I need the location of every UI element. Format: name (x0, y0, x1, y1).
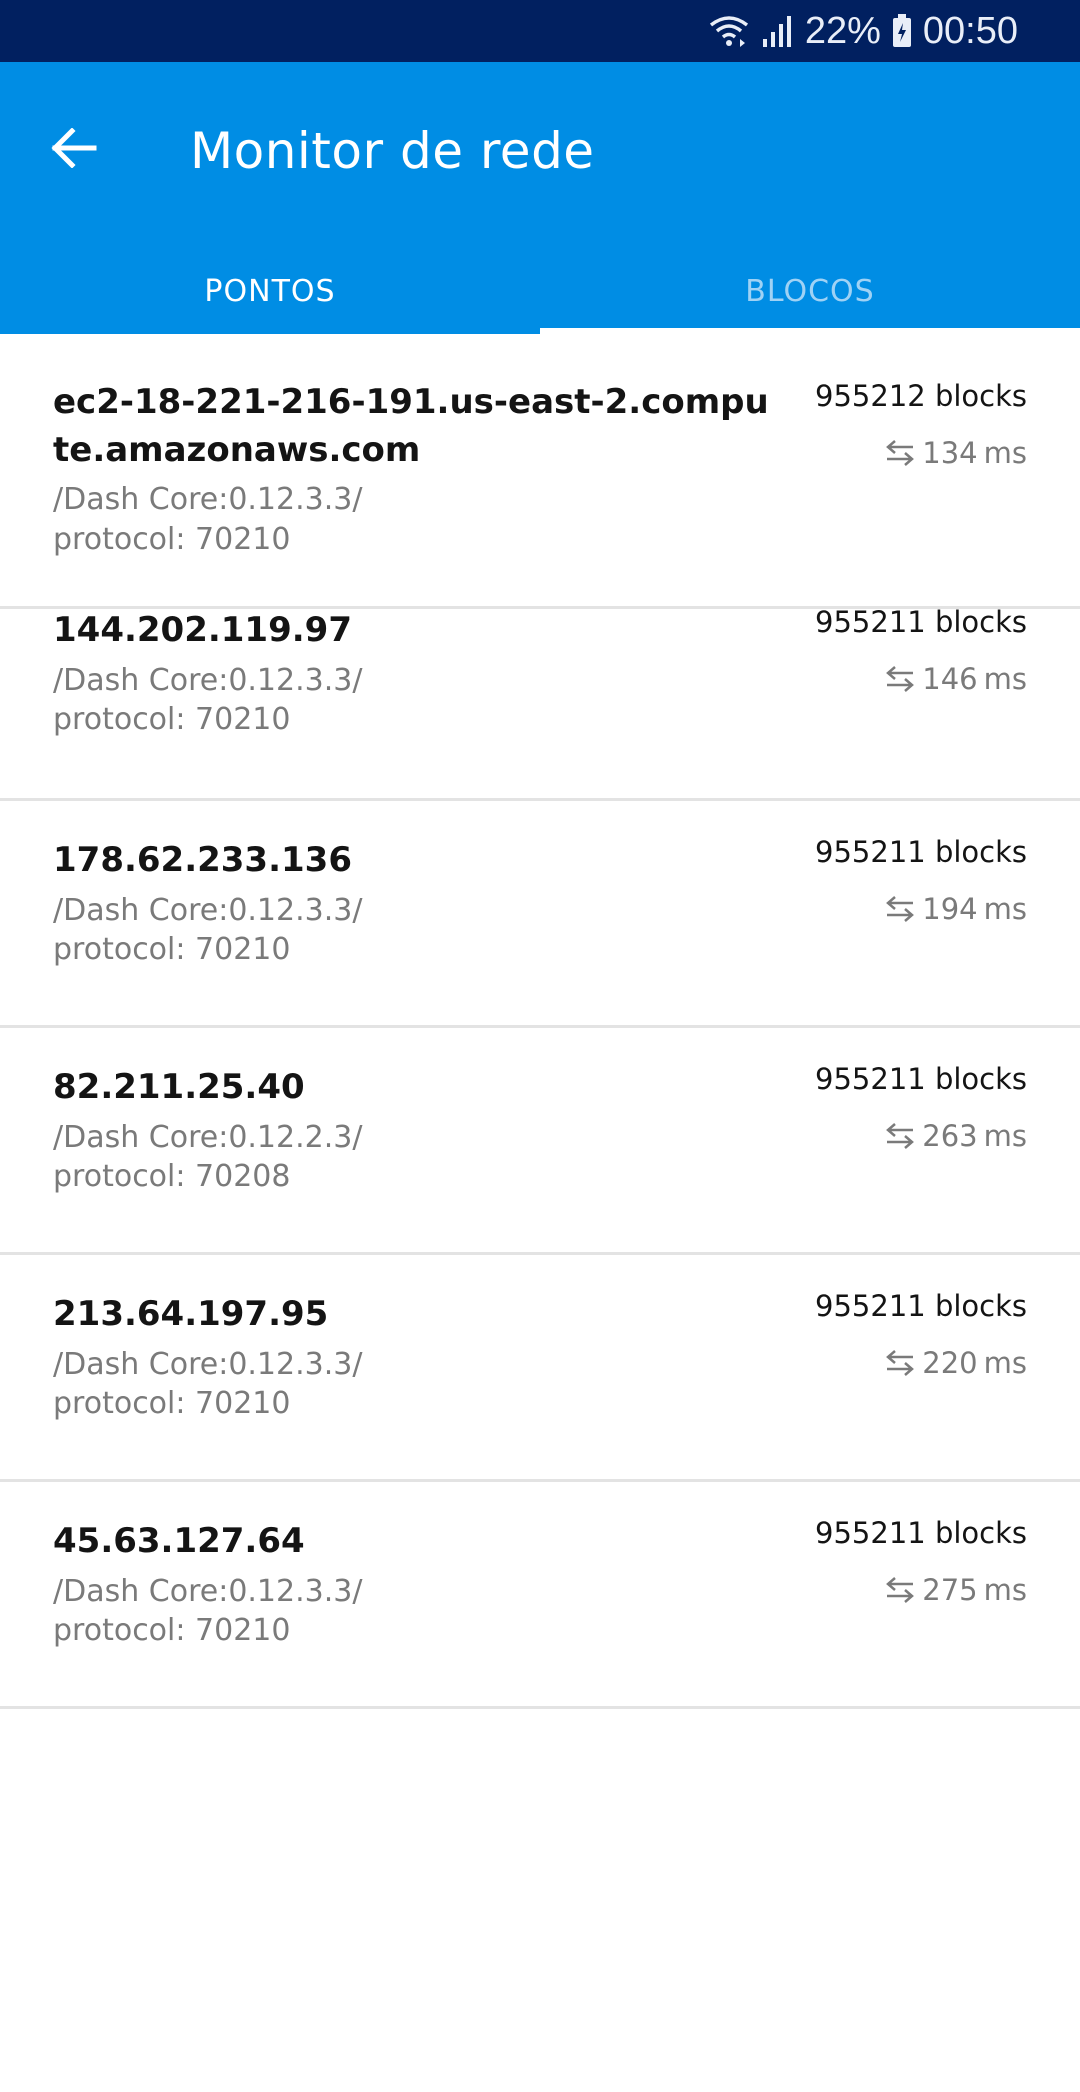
peer-version: /Dash Core:0.12.3.3/ (53, 663, 363, 698)
peer-protocol: protocol: 70208 (53, 1159, 291, 1194)
peer-host: ec2-18-221-216-191.us-east-2.compute.ama… (53, 382, 769, 470)
swap-arrows-icon (884, 665, 916, 693)
ping-unit: ms (983, 1346, 1027, 1380)
peer-blocks: 955211 blocks (815, 1062, 1027, 1096)
page-title: Monitor de rede (190, 122, 595, 180)
peer-protocol: protocol: 70210 (53, 932, 291, 967)
peer-ping: 146 ms (884, 659, 1027, 699)
swap-arrows-icon (884, 1576, 916, 1604)
ping-value: 134 (922, 436, 978, 470)
clock: 00:50 (922, 9, 1018, 52)
tab-bar: PONTOS BLOCOS (0, 248, 1080, 334)
status-bar: 22% 00:50 (0, 0, 1080, 62)
peer-row[interactable]: 144.202.119.97 /Dash Core:0.12.3.3/ prot… (0, 605, 1080, 801)
peer-blocks: 955211 blocks (815, 835, 1027, 869)
peer-host: 82.211.25.40 (53, 1067, 305, 1107)
peer-ping: 275 ms (884, 1570, 1027, 1610)
swap-arrows-icon (884, 1349, 916, 1377)
swap-arrows-icon (884, 439, 916, 467)
swap-arrows-icon (884, 895, 916, 923)
peer-version: /Dash Core:0.12.3.3/ (53, 893, 363, 928)
swap-arrows-icon (884, 1122, 916, 1150)
peer-row[interactable]: 82.211.25.40 /Dash Core:0.12.2.3/ protoc… (0, 1028, 1080, 1255)
peer-version: /Dash Core:0.12.2.3/ (53, 1120, 363, 1155)
peer-ping: 194 ms (884, 889, 1027, 929)
ping-unit: ms (983, 436, 1027, 470)
app-bar: Monitor de rede PONTOS BLOCOS (0, 62, 1080, 334)
ping-unit: ms (983, 662, 1027, 696)
battery-icon (891, 13, 913, 49)
peer-protocol: protocol: 70210 (53, 1613, 291, 1648)
peer-row[interactable]: 45.63.127.64 /Dash Core:0.12.3.3/ protoc… (0, 1482, 1080, 1709)
peer-version: /Dash Core:0.12.3.3/ (53, 482, 363, 517)
peer-host: 178.62.233.136 (53, 840, 352, 880)
peer-row[interactable]: ec2-18-221-216-191.us-east-2.compute.ama… (0, 334, 1080, 609)
ping-value: 275 (922, 1573, 978, 1607)
peer-protocol: protocol: 70210 (53, 522, 291, 557)
battery-percent: 22% (804, 9, 881, 52)
status-icons: 22% 00:50 (707, 0, 1018, 62)
ping-value: 146 (922, 662, 978, 696)
peer-protocol: protocol: 70210 (53, 702, 291, 737)
peer-host: 213.64.197.95 (53, 1294, 329, 1334)
tab-blocos[interactable]: BLOCOS (540, 248, 1080, 334)
peer-ping: 263 ms (884, 1116, 1027, 1156)
signal-icon (761, 13, 795, 49)
peer-blocks: 955211 blocks (815, 605, 1027, 639)
peer-list: ec2-18-221-216-191.us-east-2.compute.ama… (0, 334, 1080, 1709)
peer-ping: 134 ms (884, 433, 1027, 473)
peer-ping: 220 ms (884, 1343, 1027, 1383)
arrow-left-icon (51, 127, 97, 172)
peer-version: /Dash Core:0.12.3.3/ (53, 1574, 363, 1609)
peer-row[interactable]: 178.62.233.136 /Dash Core:0.12.3.3/ prot… (0, 801, 1080, 1028)
ping-value: 220 (922, 1346, 978, 1380)
peer-blocks: 955211 blocks (815, 1516, 1027, 1550)
ping-unit: ms (983, 1119, 1027, 1153)
peer-blocks: 955212 blocks (815, 379, 1027, 413)
ping-unit: ms (983, 892, 1027, 926)
peer-blocks: 955211 blocks (815, 1289, 1027, 1323)
ping-unit: ms (983, 1573, 1027, 1607)
peer-protocol: protocol: 70210 (53, 1386, 291, 1421)
back-button[interactable] (26, 102, 122, 198)
ping-value: 263 (922, 1119, 978, 1153)
ping-value: 194 (922, 892, 978, 926)
peer-host: 45.63.127.64 (53, 1521, 305, 1561)
peer-row[interactable]: 213.64.197.95 /Dash Core:0.12.3.3/ proto… (0, 1255, 1080, 1482)
peer-version: /Dash Core:0.12.3.3/ (53, 1347, 363, 1382)
wifi-icon (707, 13, 751, 49)
tab-pontos[interactable]: PONTOS (0, 248, 540, 334)
peer-host: 144.202.119.97 (53, 610, 352, 650)
